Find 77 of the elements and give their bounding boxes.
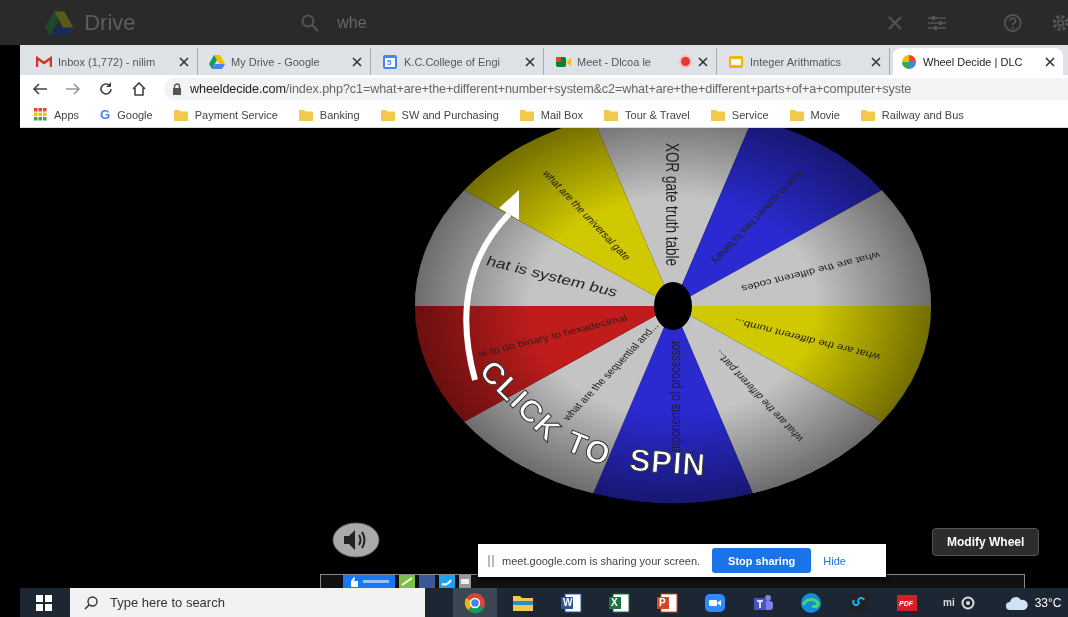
spinning-wheel[interactable] <box>413 128 933 504</box>
address-field[interactable]: wheeldecide.com/index.php?c1=what+are+the+different+number+system&c2=what+are+the+different+parts+of+a+computer+syste <box>164 77 1068 100</box>
taskbar-app[interactable]: X <box>597 588 641 617</box>
swirl-icon <box>800 591 822 614</box>
square-icon <box>419 575 435 588</box>
bookmark[interactable]: Payment Service <box>173 108 278 121</box>
modify-wheel-button[interactable]: Modify Wheel <box>932 528 1040 556</box>
thumbs-up-icon <box>343 575 395 588</box>
back-icon[interactable] <box>32 81 48 96</box>
close-icon[interactable] <box>871 56 881 67</box>
taskbar-app[interactable]: P <box>645 588 689 617</box>
tab-title: K.C.College of Engi <box>404 55 501 68</box>
close-icon[interactable] <box>698 56 708 67</box>
pie-icon <box>901 53 917 70</box>
close-icon[interactable] <box>525 56 535 67</box>
envelope-icon <box>36 53 52 70</box>
tab-title: Integer Arithmatics <box>750 55 843 68</box>
lock-icon <box>172 82 182 95</box>
segment-label: XOR gate truth table <box>663 143 683 266</box>
video-camera-icon <box>704 591 726 614</box>
bookmark[interactable]: Apps <box>34 108 80 121</box>
hide-button[interactable]: Hide <box>819 554 850 567</box>
folder-icon <box>789 108 804 121</box>
windows-icon[interactable] <box>36 594 52 611</box>
taskbar-app[interactable] <box>453 588 497 617</box>
reload-icon[interactable] <box>98 80 114 97</box>
circle-icon[interactable] <box>960 595 975 610</box>
bookmark[interactable]: Tour & Travel <box>604 108 690 121</box>
forward-icon[interactable] <box>65 81 81 96</box>
triangle-icon <box>209 53 225 70</box>
tab-title: My Drive - Google <box>231 55 321 68</box>
folder-icon <box>298 108 313 121</box>
bookmark[interactable]: G Google <box>100 108 153 121</box>
cloud-icon[interactable] <box>1004 594 1029 611</box>
browser-icon <box>464 591 486 614</box>
folder-icon <box>519 108 534 121</box>
folder-icon <box>710 108 725 121</box>
browser-tab[interactable]: Wheel Decide | DLC <box>893 48 1063 75</box>
mail-icon <box>459 575 471 588</box>
wheel-hub <box>654 282 692 330</box>
tab-title: Meet - Dlcoa le <box>577 55 652 68</box>
drag-handle-icon[interactable] <box>488 554 494 567</box>
speaker-button[interactable] <box>332 522 380 558</box>
folder-icon <box>380 108 395 121</box>
segment-label: what are the different codes <box>740 250 882 294</box>
tab-title: Wheel Decide | DLC <box>923 55 1024 68</box>
loop-icon <box>848 591 870 614</box>
taskbar-app[interactable]: W <box>549 588 593 617</box>
folder-icon <box>860 108 875 121</box>
search-field[interactable]: Type here to search <box>70 588 425 617</box>
slide-icon <box>728 53 744 70</box>
url-text: wheeldecide.com/index.php?c1=what+are+the+different+number+system&c2=what+are+the+different+parts+of+a+computer+syste <box>190 81 912 96</box>
home-icon[interactable] <box>131 80 147 97</box>
bird-icon <box>439 575 455 588</box>
folder-icon <box>604 108 618 121</box>
logo-icon: G <box>100 108 111 121</box>
share-message: meet.google.com is sharing your screen. <box>502 554 701 567</box>
search-icon <box>301 13 320 32</box>
folder-icon <box>173 108 188 121</box>
bookmark[interactable]: Railway and Bus <box>860 108 964 121</box>
close-icon[interactable] <box>1045 56 1055 67</box>
tray-label[interactable]: mi <box>943 597 955 608</box>
close-icon[interactable] <box>352 56 362 67</box>
bookmark[interactable]: Banking <box>298 108 360 121</box>
stop-sharing-button[interactable]: Stop sharing <box>712 548 812 573</box>
tab-title: Inbox (1,772) - nilim <box>58 55 157 68</box>
share-icon <box>399 575 415 588</box>
grid-icon <box>34 108 47 121</box>
bookmark[interactable]: SW and Purchasing <box>380 108 499 121</box>
bookmark[interactable]: Service <box>710 108 769 121</box>
sliders-icon[interactable] <box>926 14 947 31</box>
close-icon[interactable] <box>179 56 189 67</box>
calendar-icon: 5 <box>382 53 398 70</box>
bookmark[interactable]: Mail Box <box>519 108 583 121</box>
bookmark[interactable]: Movie <box>789 108 840 121</box>
temperature[interactable]: 33°C <box>1034 595 1062 610</box>
search-icon <box>84 596 98 610</box>
